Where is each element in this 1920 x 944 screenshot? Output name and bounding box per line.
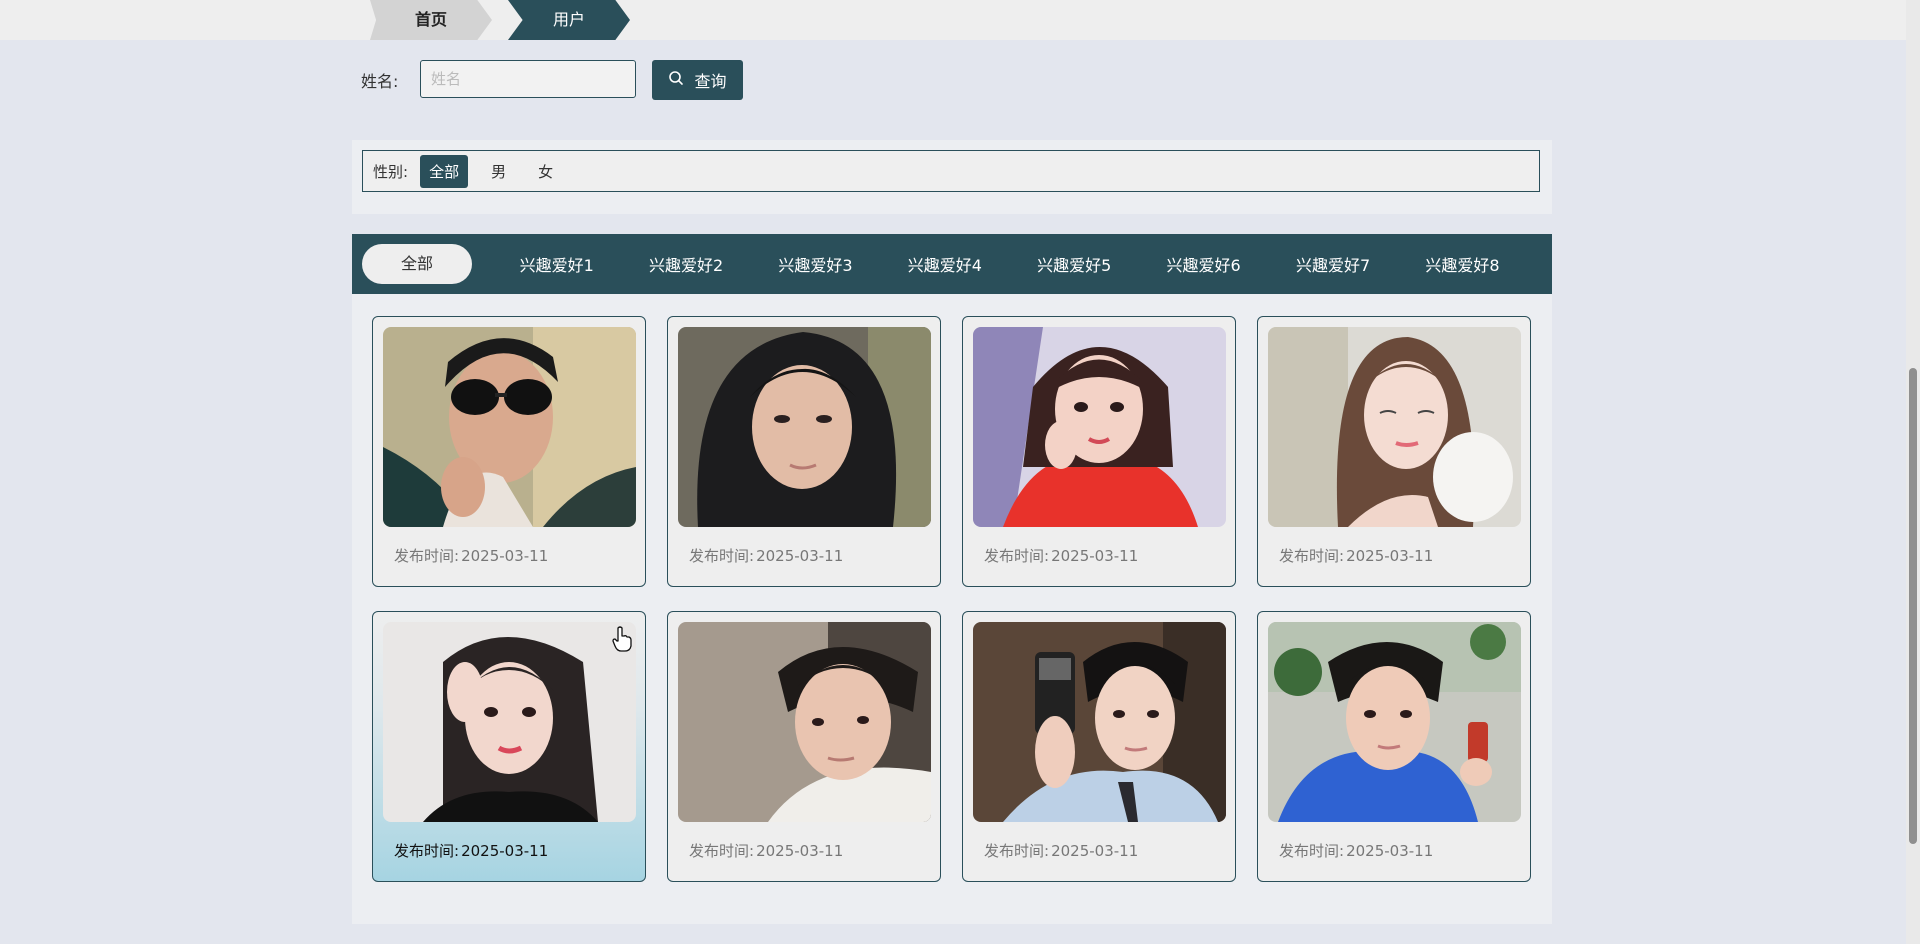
user-card[interactable]: 发布时间: 2025-03-11	[1257, 316, 1531, 587]
name-search-input[interactable]	[420, 60, 636, 98]
user-photo[interactable]	[678, 622, 931, 822]
pointer-hand-icon	[612, 626, 632, 656]
user-photo[interactable]	[973, 327, 1226, 527]
breadcrumb-home[interactable]: 首页	[370, 0, 492, 40]
hobby-tab-all[interactable]: 全部	[362, 244, 472, 284]
gender-option-all[interactable]: 全部	[420, 154, 469, 188]
publish-date: 发布时间: 2025-03-11	[689, 842, 844, 860]
name-search-label: 姓名:	[361, 72, 399, 91]
publish-date: 发布时间: 2025-03-11	[689, 547, 844, 565]
user-card[interactable]: 发布时间: 2025-03-11	[962, 316, 1236, 587]
gender-filter: 性别: 全部 男 女	[362, 150, 1540, 192]
publish-date: 发布时间: 2025-03-11	[394, 842, 549, 860]
hobby-tab-bar: 全部 兴趣爱好1 兴趣爱好2 兴趣爱好3 兴趣爱好4 兴趣爱好5 兴趣爱好6 兴…	[352, 234, 1552, 294]
gender-option-male[interactable]: 男	[482, 155, 515, 188]
publish-date: 发布时间: 2025-03-11	[984, 842, 1139, 860]
user-photo[interactable]	[1268, 622, 1521, 822]
breadcrumb-user[interactable]: 用户	[508, 0, 630, 40]
page-scrollbar[interactable]	[1906, 0, 1920, 944]
user-card[interactable]: 发布时间: 2025-03-11	[667, 611, 941, 882]
hobby-tab-2[interactable]: 兴趣爱好2	[621, 252, 750, 276]
search-button[interactable]: 查询	[652, 60, 743, 100]
user-photo[interactable]	[383, 327, 636, 527]
hobby-tab-7[interactable]: 兴趣爱好7	[1268, 252, 1397, 276]
user-card[interactable]: 发布时间: 2025-03-11	[372, 611, 646, 882]
top-breadcrumb-bar: 首页 用户	[0, 0, 1920, 40]
hobby-tab-1[interactable]: 兴趣爱好1	[492, 252, 621, 276]
user-photo[interactable]	[973, 622, 1226, 822]
user-list-panel: 全部 兴趣爱好1 兴趣爱好2 兴趣爱好3 兴趣爱好4 兴趣爱好5 兴趣爱好6 兴…	[352, 234, 1552, 924]
user-photo[interactable]	[1268, 327, 1521, 527]
user-card[interactable]: 发布时间: 2025-03-11	[962, 611, 1236, 882]
publish-date: 发布时间: 2025-03-11	[1279, 547, 1434, 565]
hobby-tab-6[interactable]: 兴趣爱好6	[1139, 252, 1268, 276]
gender-filter-label: 性别:	[373, 162, 409, 181]
search-icon	[668, 70, 684, 90]
publish-date: 发布时间: 2025-03-11	[984, 547, 1139, 565]
hobby-tab-8[interactable]: 兴趣爱好8	[1398, 252, 1527, 276]
user-photo[interactable]	[678, 327, 931, 527]
user-card[interactable]: 发布时间: 2025-03-11	[372, 316, 646, 587]
hobby-tab-5[interactable]: 兴趣爱好5	[1010, 252, 1139, 276]
hobby-tab-4[interactable]: 兴趣爱好4	[880, 252, 1009, 276]
user-card[interactable]: 发布时间: 2025-03-11	[1257, 611, 1531, 882]
publish-date: 发布时间: 2025-03-11	[1279, 842, 1434, 860]
user-card[interactable]: 发布时间: 2025-03-11	[667, 316, 941, 587]
gender-option-female[interactable]: 女	[529, 155, 562, 188]
publish-date: 发布时间: 2025-03-11	[394, 547, 549, 565]
user-photo[interactable]	[383, 622, 636, 822]
scrollbar-thumb[interactable]	[1909, 368, 1917, 844]
gender-filter-panel: 性别: 全部 男 女	[352, 140, 1552, 214]
search-button-label: 查询	[694, 72, 727, 91]
hobby-tab-3[interactable]: 兴趣爱好3	[751, 252, 880, 276]
